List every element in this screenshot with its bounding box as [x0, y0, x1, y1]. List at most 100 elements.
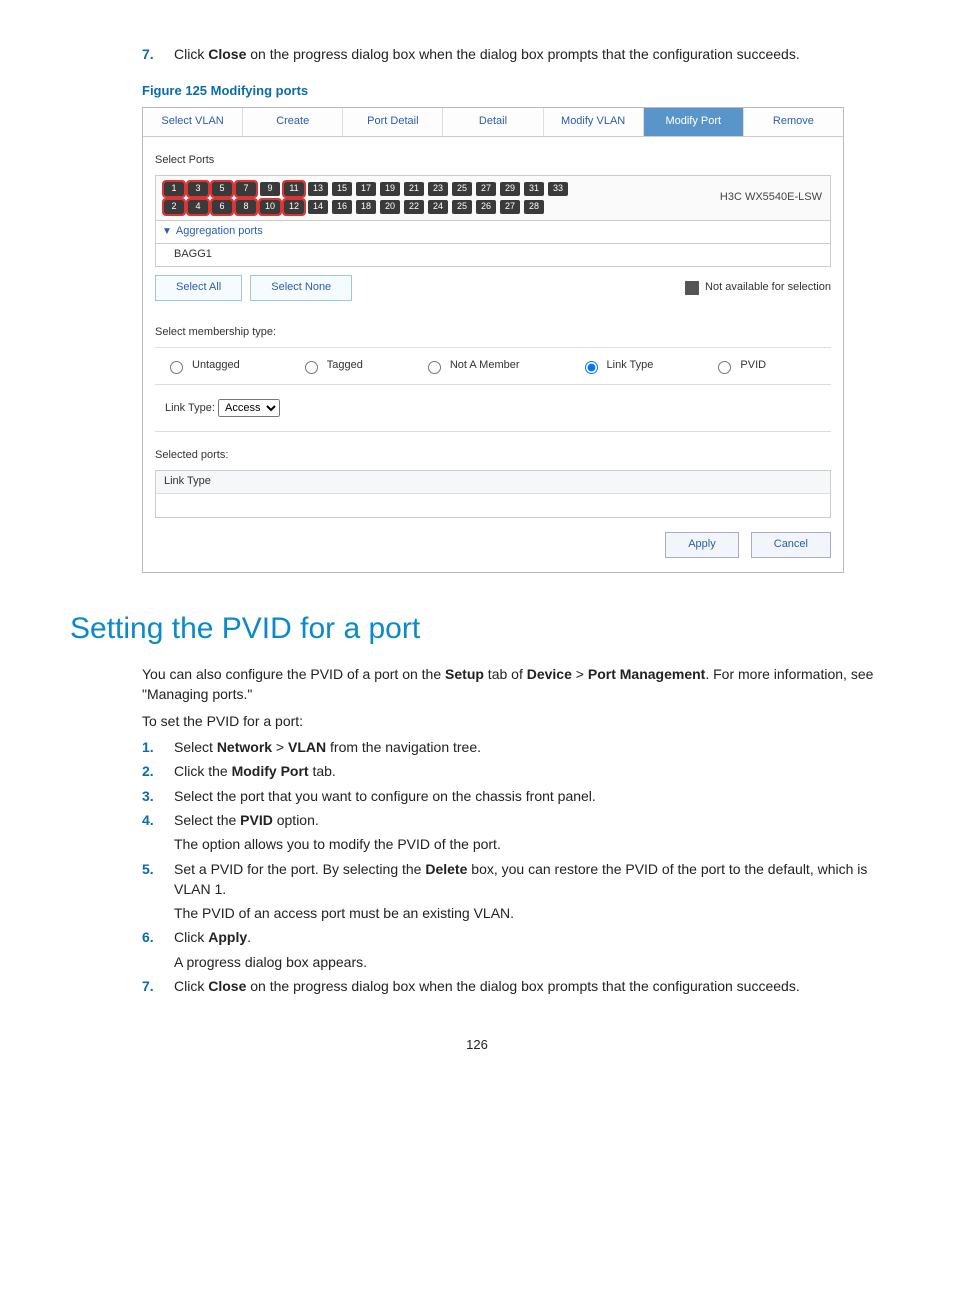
port-26[interactable]: 26: [476, 200, 496, 214]
device-model: H3C WX5540E-LSW: [720, 190, 822, 206]
t: >: [272, 739, 288, 755]
membership-radio-tagged[interactable]: Tagged: [300, 358, 363, 374]
radio-input[interactable]: [305, 361, 318, 374]
port-2[interactable]: 2: [164, 200, 184, 214]
t: Close: [208, 978, 246, 994]
page-number: 126: [80, 1036, 874, 1055]
tab-detail[interactable]: Detail: [443, 108, 543, 136]
steps-list: 1.Select Network > VLAN from the navigat…: [80, 737, 874, 830]
port-14[interactable]: 14: [308, 200, 328, 214]
t: Device: [527, 666, 572, 682]
t: Set a PVID for the port. By selecting th…: [174, 861, 425, 877]
step-num: 2.: [142, 761, 174, 781]
radio-input[interactable]: [428, 361, 441, 374]
t: VLAN: [288, 739, 326, 755]
t: You can also configure the PVID of a por…: [142, 666, 445, 682]
step-text: Select the port that you want to configu…: [174, 786, 874, 806]
link-type-label: Link Type:: [165, 402, 215, 414]
sub-after-5: The PVID of an access port must be an ex…: [174, 903, 874, 923]
port-9[interactable]: 9: [260, 182, 280, 196]
apply-button[interactable]: Apply: [665, 532, 739, 558]
port-1[interactable]: 1: [164, 182, 184, 196]
t: Setup: [445, 666, 484, 682]
select-none-button[interactable]: Select None: [250, 275, 352, 301]
radio-input[interactable]: [170, 361, 183, 374]
port-24[interactable]: 24: [428, 200, 448, 214]
port-21[interactable]: 21: [404, 182, 424, 196]
membership-radio-row: Untagged Tagged Not A Member Link Type PVID: [155, 347, 831, 385]
intro-para: You can also configure the PVID of a por…: [142, 664, 874, 705]
legend: Not available for selection: [685, 280, 831, 296]
port-13[interactable]: 13: [308, 182, 328, 196]
tab-bar: Select VLANCreatePort DetailDetailModify…: [143, 108, 843, 137]
tab-modify-vlan[interactable]: Modify VLAN: [544, 108, 644, 136]
t: Network: [217, 739, 272, 755]
t: Close: [208, 46, 246, 62]
cancel-button[interactable]: Cancel: [751, 532, 831, 558]
t: Click: [174, 46, 208, 62]
port-15[interactable]: 15: [332, 182, 352, 196]
port-29[interactable]: 29: [500, 182, 520, 196]
link-type-select[interactable]: Access: [218, 399, 280, 417]
port-10[interactable]: 10: [260, 200, 280, 214]
port-6[interactable]: 6: [212, 200, 232, 214]
radio-label: Untagged: [192, 358, 240, 374]
selected-ports-label: Selected ports:: [155, 448, 831, 464]
legend-swatch: [685, 281, 699, 295]
lead-para: To set the PVID for a port:: [142, 711, 874, 731]
step-7-top: 7. Click Close on the progress dialog bo…: [142, 44, 874, 64]
port-33[interactable]: 33: [548, 182, 568, 196]
radio-input[interactable]: [718, 361, 731, 374]
step-text: Select Network > VLAN from the navigatio…: [174, 737, 874, 757]
t: .: [247, 929, 251, 945]
t: Select: [174, 739, 217, 755]
aggregation-ports-toggle[interactable]: Aggregation ports: [155, 221, 831, 244]
port-31[interactable]: 31: [524, 182, 544, 196]
port-8[interactable]: 8: [236, 200, 256, 214]
port-25[interactable]: 25: [452, 182, 472, 196]
selected-ports-box: Link Type: [155, 470, 831, 518]
tab-create[interactable]: Create: [243, 108, 343, 136]
radio-input[interactable]: [585, 361, 598, 374]
port-16[interactable]: 16: [332, 200, 352, 214]
radio-label: PVID: [740, 358, 766, 374]
list-step: 4.Select the PVID option.: [142, 810, 874, 830]
port-25[interactable]: 25: [452, 200, 472, 214]
port-19[interactable]: 19: [380, 182, 400, 196]
select-all-button[interactable]: Select All: [155, 275, 242, 301]
port-row-bottom: 2468101214161820222425262728: [164, 200, 568, 214]
tab-remove[interactable]: Remove: [744, 108, 843, 136]
radio-label: Not A Member: [450, 358, 520, 374]
port-4[interactable]: 4: [188, 200, 208, 214]
t: on the progress dialog box when the dial…: [246, 978, 799, 994]
t: Click: [174, 978, 208, 994]
port-7[interactable]: 7: [236, 182, 256, 196]
port-12[interactable]: 12: [284, 200, 304, 214]
port-17[interactable]: 17: [356, 182, 376, 196]
port-3[interactable]: 3: [188, 182, 208, 196]
tab-select-vlan[interactable]: Select VLAN: [143, 108, 243, 136]
tab-port-detail[interactable]: Port Detail: [343, 108, 443, 136]
membership-radio-link-type[interactable]: Link Type: [580, 358, 654, 374]
membership-radio-pvid[interactable]: PVID: [713, 358, 766, 374]
port-18[interactable]: 18: [356, 200, 376, 214]
t: Select the: [174, 812, 240, 828]
port-27[interactable]: 27: [476, 182, 496, 196]
aggregation-item[interactable]: BAGG1: [155, 244, 831, 267]
step-num: 7.: [142, 976, 174, 996]
port-23[interactable]: 23: [428, 182, 448, 196]
port-5[interactable]: 5: [212, 182, 232, 196]
radio-label: Tagged: [327, 358, 363, 374]
step-num: 3.: [142, 786, 174, 806]
port-28[interactable]: 28: [524, 200, 544, 214]
tab-modify-port[interactable]: Modify Port: [644, 108, 744, 136]
port-11[interactable]: 11: [284, 182, 304, 196]
list-step: 3.Select the port that you want to confi…: [142, 786, 874, 806]
membership-radio-not-a-member[interactable]: Not A Member: [423, 358, 520, 374]
membership-radio-untagged[interactable]: Untagged: [165, 358, 240, 374]
t: PVID: [240, 812, 273, 828]
port-27[interactable]: 27: [500, 200, 520, 214]
port-22[interactable]: 22: [404, 200, 424, 214]
port-20[interactable]: 20: [380, 200, 400, 214]
t: Click the: [174, 763, 232, 779]
